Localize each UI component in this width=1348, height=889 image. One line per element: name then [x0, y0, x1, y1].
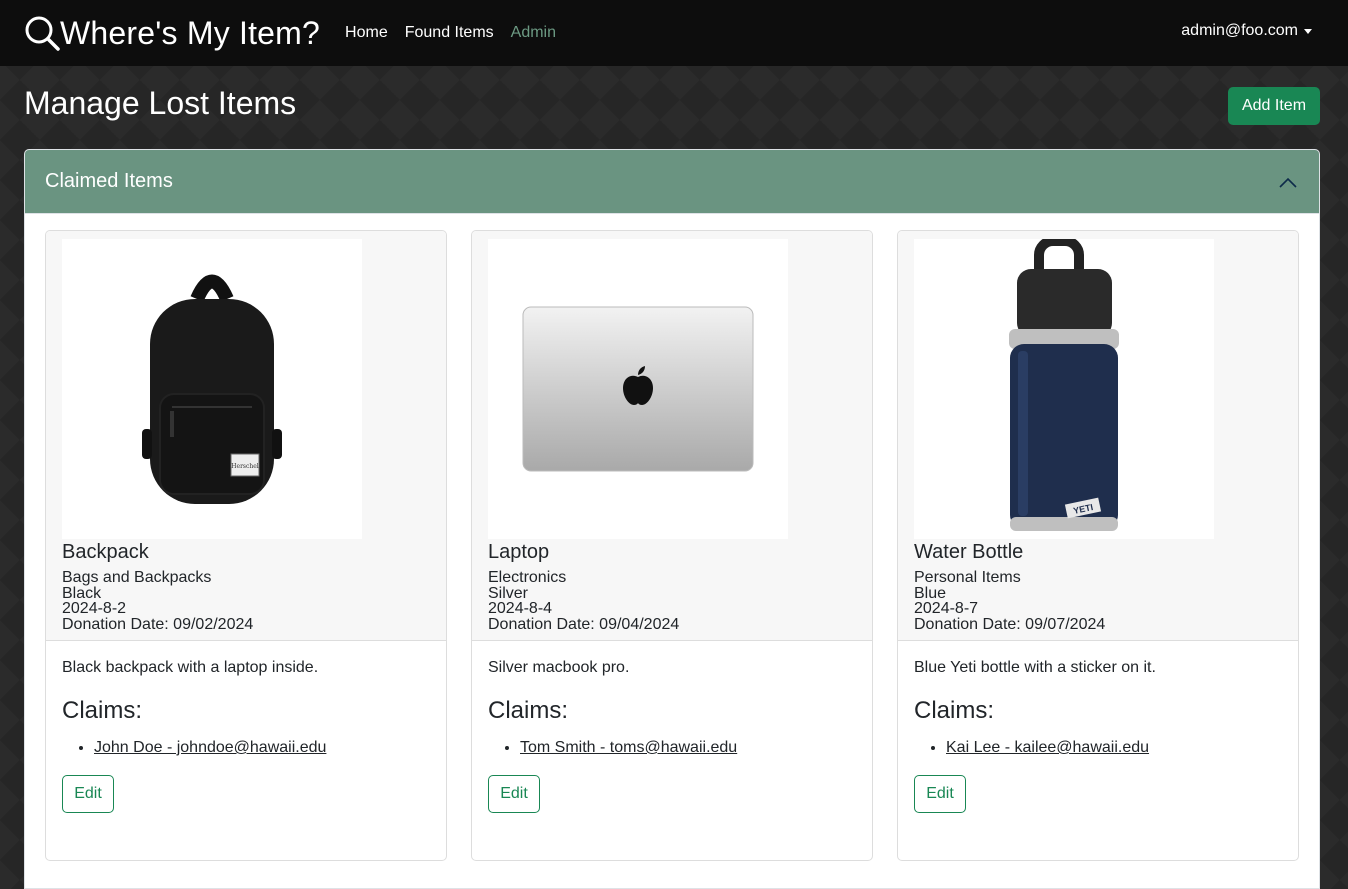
item-color: Silver — [488, 584, 529, 602]
page-header: Manage Lost Items Add Item — [0, 66, 1348, 149]
item-category: Bags and Backpacks — [62, 569, 212, 586]
claims-list: John Doe - johndoe@hawaii.edu — [62, 739, 430, 757]
page-title: Manage Lost Items — [24, 85, 297, 121]
nav-links: Home Found Items Admin — [345, 24, 573, 42]
item-category: Electronics — [488, 569, 567, 586]
edit-button[interactable]: Edit — [62, 775, 114, 813]
item-date: 2024-8-4 — [488, 600, 553, 617]
list-item: Kai Lee - kailee@hawaii.edu — [946, 739, 1282, 757]
claims-list: Tom Smith - toms@hawaii.edu — [488, 739, 856, 757]
claimed-items-accordion: Claimed Items Herschel Backpack Bags and… — [24, 149, 1320, 889]
item-image-water-bottle: YETI — [914, 239, 1214, 539]
card-body: Blue Yeti bottle with a sticker on it. C… — [898, 641, 1298, 831]
edit-button[interactable]: Edit — [488, 775, 540, 813]
edit-button[interactable]: Edit — [914, 775, 966, 813]
item-card: Herschel Backpack Bags and Backpacks Bla… — [45, 230, 447, 861]
item-donation-date: Donation Date: 09/02/2024 — [62, 615, 254, 633]
item-donation-date: Donation Date: 09/07/2024 — [914, 615, 1106, 633]
claims-heading: Claims: — [62, 697, 143, 724]
item-color: Black — [62, 584, 102, 602]
card-header: Laptop Electronics Silver 2024-8-4 Donat… — [472, 231, 872, 641]
accordion-header[interactable]: Claimed Items — [25, 150, 1319, 214]
card-subtitle: Bags and Backpacks Black 2024-8-2 Donati… — [62, 570, 430, 632]
cards-row: Herschel Backpack Bags and Backpacks Bla… — [45, 230, 1299, 861]
item-date: 2024-8-7 — [914, 600, 979, 617]
item-image-backpack: Herschel — [62, 239, 362, 539]
claim-link[interactable]: Kai Lee - kailee@hawaii.edu — [946, 739, 1282, 757]
item-card: Laptop Electronics Silver 2024-8-4 Donat… — [471, 230, 873, 861]
claims-heading: Claims: — [488, 697, 569, 724]
list-item: Tom Smith - toms@hawaii.edu — [520, 739, 856, 757]
brand-title: Where's My Item? — [60, 14, 321, 51]
item-description: Black backpack with a laptop inside. — [62, 659, 319, 676]
list-item: John Doe - johndoe@hawaii.edu — [94, 739, 430, 757]
claim-link[interactable]: Tom Smith - toms@hawaii.edu — [520, 739, 856, 757]
item-date: 2024-8-2 — [62, 600, 127, 617]
user-menu[interactable]: admin@foo.com — [1181, 22, 1312, 40]
card-body: Black backpack with a laptop inside. Cla… — [46, 641, 446, 831]
claims-list: Kai Lee - kailee@hawaii.edu — [914, 739, 1282, 757]
item-donation-date: Donation Date: 09/04/2024 — [488, 615, 680, 633]
caret-down-icon — [1304, 28, 1312, 34]
nav-found-items[interactable]: Found Items — [405, 24, 494, 42]
nav-admin[interactable]: Admin — [511, 24, 556, 42]
card-title: Backpack — [62, 541, 149, 563]
card-subtitle: Electronics Silver 2024-8-4 Donation Dat… — [488, 570, 856, 632]
item-description: Silver macbook pro. — [488, 659, 630, 676]
claim-link[interactable]: John Doe - johndoe@hawaii.edu — [94, 739, 430, 757]
card-header: Herschel Backpack Bags and Backpacks Bla… — [46, 231, 446, 641]
item-description: Blue Yeti bottle with a sticker on it. — [914, 659, 1156, 676]
accordion-title: Claimed Items — [45, 170, 173, 192]
add-item-button[interactable]: Add Item — [1228, 87, 1320, 125]
brand-link[interactable]: Where's My Item? — [24, 15, 320, 52]
card-header: YETI Water Bottle Personal Items Blue 20… — [898, 231, 1298, 641]
nav-home[interactable]: Home — [345, 24, 388, 42]
claims-heading: Claims: — [914, 697, 995, 724]
card-title: Laptop — [488, 541, 550, 563]
card-subtitle: Personal Items Blue 2024-8-7 Donation Da… — [914, 570, 1282, 632]
item-color: Blue — [914, 584, 947, 602]
card-title: Water Bottle — [914, 541, 1024, 563]
search-icon — [25, 16, 60, 51]
card-body: Silver macbook pro. Claims: Tom Smith - … — [472, 641, 872, 831]
navbar: Where's My Item? Home Found Items Admin … — [0, 0, 1348, 66]
user-email: admin@foo.com — [1181, 22, 1298, 39]
item-card: YETI Water Bottle Personal Items Blue 20… — [897, 230, 1299, 861]
backpack-brand-label: Herschel — [231, 463, 259, 470]
item-category: Personal Items — [914, 569, 1021, 586]
item-image-laptop — [488, 239, 788, 539]
chevron-up-icon — [1279, 177, 1297, 188]
